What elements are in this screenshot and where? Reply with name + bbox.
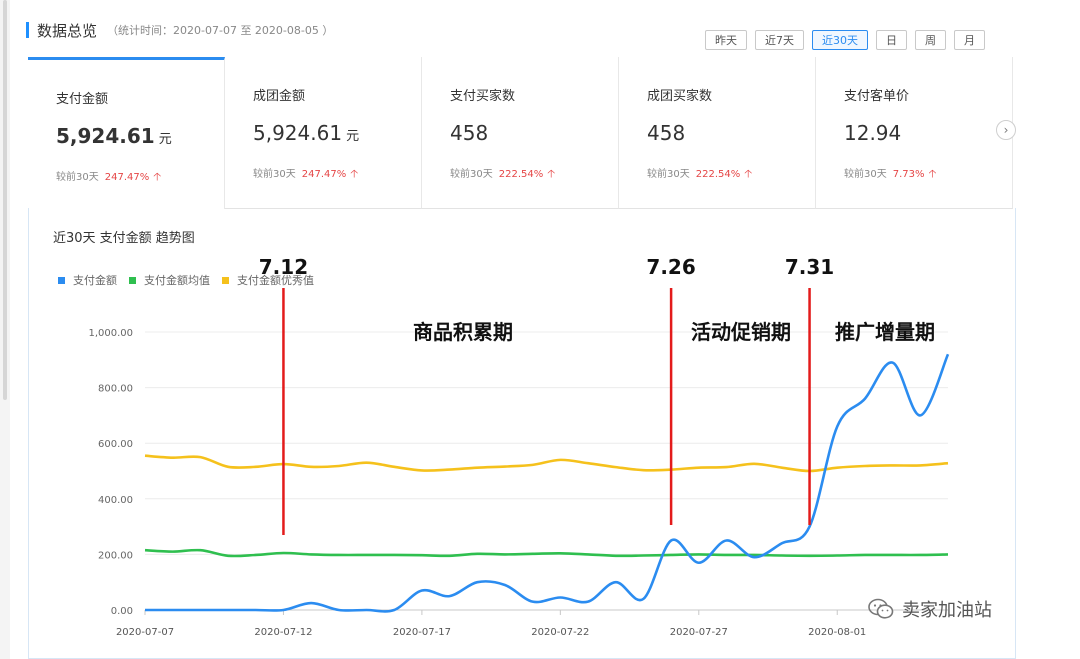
phase-label: 活动促销期 — [691, 320, 791, 344]
phase-marker-label: 7.31 — [785, 255, 834, 279]
x-tick-label: 2020-07-27 — [670, 627, 728, 638]
x-tick-label: 2020-07-12 — [254, 627, 312, 638]
series-line-1 — [144, 548, 949, 558]
x-tick-label: 2020-07-07 — [116, 627, 174, 638]
trend-chart: 0.00 200.00 400.00 600.00 800.00 1,000.00 2020… — [88, 255, 950, 638]
wechat-icon — [868, 598, 894, 619]
watermark: 卖家加油站 — [868, 596, 992, 622]
phase-marker-label: 7.12 — [259, 255, 308, 279]
y-tick-label: 1,000.00 — [88, 328, 133, 339]
y-tick-label: 0.00 — [111, 606, 133, 617]
phase-marker-label: 7.26 — [646, 255, 695, 279]
watermark-text: 卖家加油站 — [902, 600, 992, 621]
phase-label: 推广增量期 — [835, 320, 935, 344]
y-tick-label: 400.00 — [98, 495, 133, 506]
y-tick-label: 600.00 — [98, 439, 133, 450]
y-tick-label: 800.00 — [98, 384, 133, 395]
x-tick-label: 2020-08-01 — [808, 627, 866, 638]
y-tick-label: 200.00 — [98, 550, 133, 561]
series-line-0 — [145, 353, 950, 613]
x-tick-label: 2020-07-17 — [393, 627, 451, 638]
phase-label: 商品积累期 — [413, 320, 513, 344]
x-tick-label: 2020-07-22 — [531, 627, 589, 638]
